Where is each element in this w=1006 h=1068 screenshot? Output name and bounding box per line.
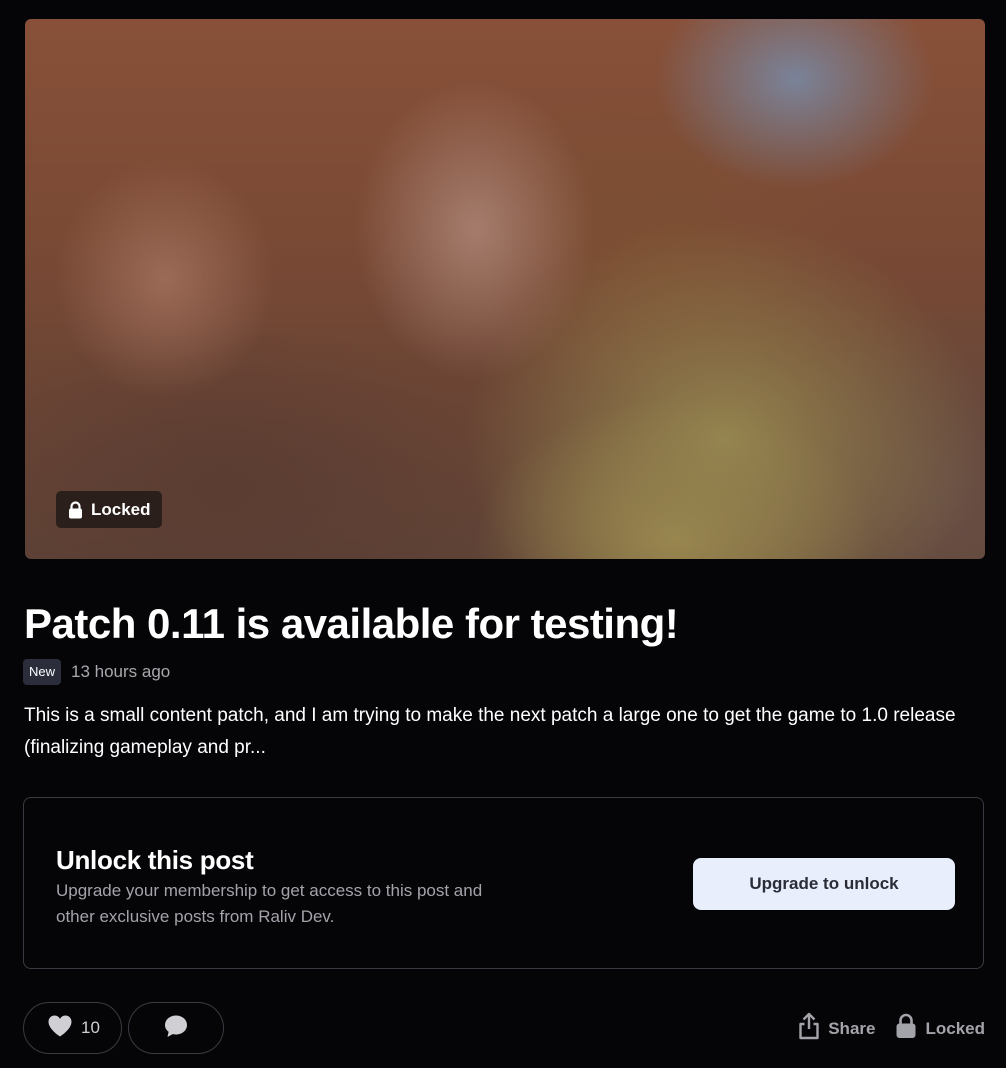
post-card: Locked Patch 0.11 is available for testi… (0, 0, 1006, 1068)
locked-chip-label: Locked (91, 499, 151, 519)
locked-chip: Locked (56, 491, 162, 528)
new-badge: New (23, 659, 62, 685)
post-meta: New 13 hours ago (23, 659, 170, 685)
reaction-bar: 10 (23, 1002, 224, 1054)
post-title[interactable]: Patch 0.11 is available for testing! (24, 596, 679, 652)
share-button[interactable]: Share (798, 1012, 875, 1045)
locked-indicator[interactable]: Locked (895, 1013, 985, 1044)
like-count: 10 (81, 1018, 100, 1037)
share-icon (798, 1012, 820, 1045)
unlock-panel: Unlock this post Upgrade your membership… (23, 797, 984, 969)
locked-label: Locked (925, 1018, 985, 1038)
lock-icon (895, 1013, 917, 1044)
unlock-description: Upgrade your membership to get access to… (56, 881, 483, 926)
heart-icon (47, 1014, 73, 1043)
post-timestamp[interactable]: 13 hours ago (71, 662, 170, 682)
unlock-title: Unlock this post (56, 845, 254, 875)
post-cover-image[interactable]: Locked (25, 19, 985, 559)
lock-icon (68, 500, 83, 519)
share-label: Share (828, 1018, 876, 1038)
upgrade-to-unlock-button[interactable]: Upgrade to unlock (693, 858, 955, 910)
comment-icon (163, 1013, 189, 1044)
post-excerpt: This is a small content patch, and I am … (24, 705, 956, 758)
comment-button[interactable] (128, 1002, 224, 1054)
like-button[interactable]: 10 (23, 1002, 122, 1054)
post-secondary-actions: Share Locked (798, 1012, 985, 1045)
